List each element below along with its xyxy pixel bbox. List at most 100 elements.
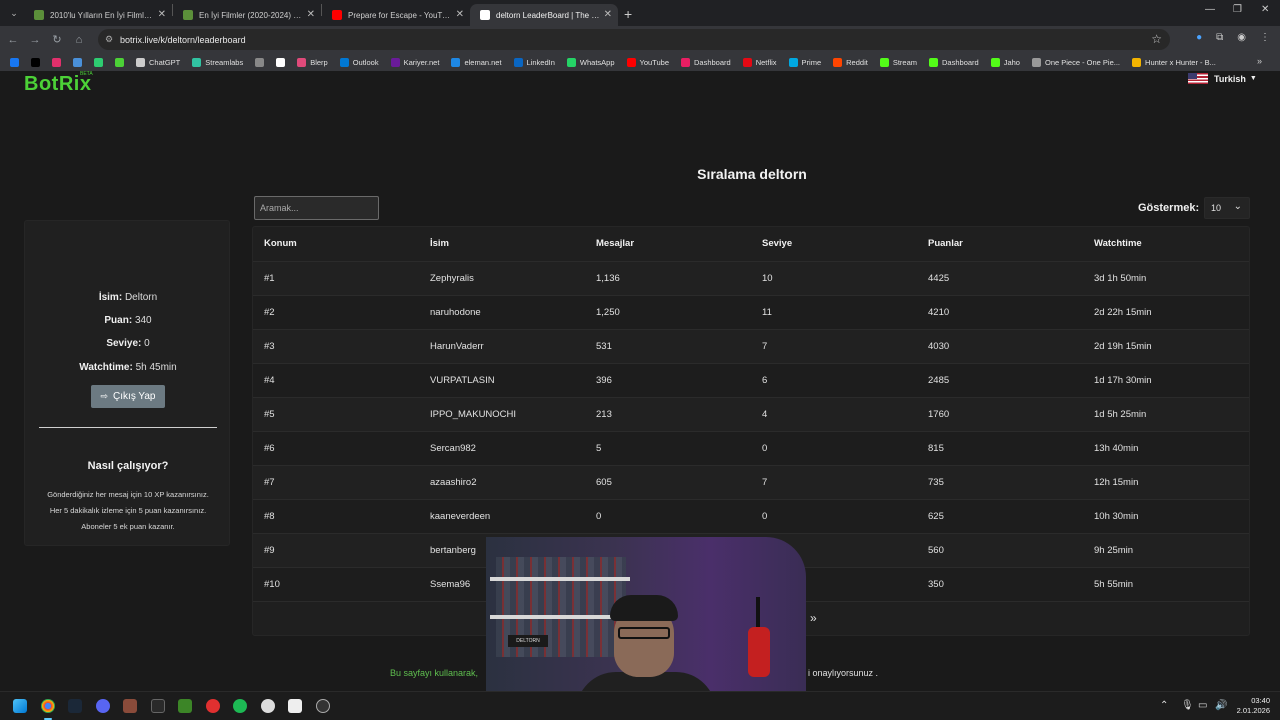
tray-chevron-up-icon[interactable]: ⌃ (1160, 700, 1168, 711)
table-cell: HarunVaderr (419, 329, 585, 364)
bookmarks-overflow-icon[interactable]: » (1257, 56, 1262, 66)
bookmark-item[interactable]: Streamlabs (192, 57, 243, 67)
microphone-icon[interactable]: 🎙 (1181, 700, 1194, 711)
windows-start-icon[interactable] (13, 699, 27, 713)
bookmark-favicon-icon (513, 57, 523, 67)
browser-tab[interactable]: En İyi Filmler (2020-2024) - Ti... ✕ (173, 4, 321, 26)
bookmark-favicon-icon (10, 57, 19, 67)
bookmark-item[interactable]: Hunter x Hunter - B... (1132, 57, 1216, 67)
app-icon[interactable] (316, 699, 330, 713)
chrome-icon[interactable] (41, 699, 55, 713)
maximize-button[interactable]: ❐ (1233, 4, 1242, 15)
tab-search-button[interactable]: ⌄ (4, 3, 24, 23)
tab-close-icon[interactable]: ✕ (604, 9, 612, 20)
show-count-select[interactable]: 10 ⌄ (1204, 197, 1250, 219)
new-tab-button[interactable]: + (624, 6, 632, 22)
browser-tab[interactable]: deltorn LeaderBoard | The best ✕ (470, 4, 618, 26)
app-icon[interactable] (206, 699, 220, 713)
bookmark-item[interactable] (31, 57, 40, 67)
site-info-icon[interactable]: ⚙ (105, 34, 113, 45)
bookmark-favicon-icon (788, 57, 798, 67)
system-clock[interactable]: 03:40 2.01.2026 (1234, 696, 1270, 716)
table-cell: 1,250 (585, 295, 751, 330)
how-line: Gönderdiğiniz her mesaj için 10 XP kazan… (47, 490, 209, 499)
bookmark-favicon-icon (94, 57, 103, 67)
how-it-works-text: Gönderdiğiniz her mesaj için 10 XP kazan… (35, 487, 221, 535)
app-icon[interactable] (288, 699, 302, 713)
table-row: #7 azaashiro2 605 7 735 12h 15min (253, 465, 1249, 500)
profile-avatar-icon[interactable]: ◉ (1237, 32, 1246, 43)
table-cell: 1760 (917, 397, 1083, 432)
reload-button[interactable]: ↻ (46, 33, 68, 46)
home-button[interactable]: ⌂ (68, 34, 90, 46)
clock-time: 03:40 (1251, 696, 1270, 705)
browser-tab[interactable]: 2010'lu Yılların En İyi Filmleri - ✕ (24, 4, 172, 26)
minimize-button[interactable]: — (1205, 4, 1215, 15)
bookmark-item[interactable]: Dashboard (681, 57, 731, 67)
bookmark-item[interactable]: Reddit (833, 57, 868, 67)
bookmark-item[interactable]: Kariyer.net (390, 57, 439, 67)
bookmark-item[interactable] (73, 57, 82, 67)
tab-title: 2010'lu Yılların En İyi Filmleri - (50, 10, 154, 20)
bookmark-label: Dashboard (694, 57, 731, 67)
bookmark-item[interactable]: Dashboard (929, 57, 979, 67)
minecraft-icon[interactable] (178, 699, 192, 713)
bookmark-item[interactable]: Outlook (339, 57, 379, 67)
extension-icon[interactable]: ● (1196, 32, 1202, 43)
tab-favicon-icon (183, 10, 193, 20)
logout-button[interactable]: ⇨ Çıkış Yap (91, 385, 165, 408)
browser-menu-icon[interactable]: ⋮ (1260, 32, 1270, 43)
search-input[interactable] (254, 196, 379, 220)
forward-button[interactable]: → (24, 34, 46, 46)
column-header[interactable]: Mesajlar (585, 227, 751, 262)
pagination-next-button[interactable]: » (810, 611, 817, 625)
back-button[interactable]: ← (2, 34, 24, 46)
shelf-plank (490, 615, 630, 619)
bookmark-label: Jaho (1003, 57, 1020, 67)
bookmark-item[interactable] (52, 57, 61, 67)
epic-games-icon[interactable] (151, 699, 165, 713)
bookmark-item[interactable]: WhatsApp (566, 57, 615, 67)
extensions-puzzle-icon[interactable]: ⧉ (1216, 32, 1223, 43)
bookmark-item[interactable]: One Piece - One Pie... (1031, 57, 1120, 67)
column-header[interactable]: Seviye (751, 227, 917, 262)
webcam-overlay: DELTORN (486, 537, 806, 717)
bookmark-item[interactable]: Blerp (297, 57, 328, 67)
bookmark-item[interactable] (10, 57, 19, 67)
bookmark-item[interactable]: Netflix (742, 57, 777, 67)
bookmark-item[interactable]: YouTube (626, 57, 669, 67)
close-window-button[interactable]: ✕ (1261, 4, 1269, 15)
spotify-icon[interactable] (233, 699, 247, 713)
bookmark-item[interactable] (115, 57, 124, 67)
column-header[interactable]: İsim (419, 227, 585, 262)
column-header[interactable]: Watchtime (1083, 227, 1249, 262)
table-cell: #1 (253, 261, 419, 296)
bookmark-star-icon[interactable]: ☆ (1151, 32, 1162, 46)
language-selector[interactable]: Turkish ▼ (1188, 73, 1257, 84)
tab-close-icon[interactable]: ✕ (307, 9, 315, 20)
bookmark-item[interactable]: Prime (788, 57, 821, 67)
profile-name-label: İsim: (98, 292, 123, 303)
bookmark-item[interactable] (94, 57, 103, 67)
settings-gear-icon[interactable] (261, 699, 275, 713)
bookmark-item[interactable]: Jaho (990, 57, 1020, 67)
url-field[interactable]: ⚙ botrix.live/k/deltorn/leaderboard ☆ (98, 29, 1170, 50)
column-header[interactable]: Konum (253, 227, 419, 262)
bookmark-item[interactable] (255, 57, 265, 67)
app-icon[interactable] (123, 699, 137, 713)
bookmark-item[interactable] (276, 57, 286, 67)
bookmark-item[interactable]: ChatGPT (136, 57, 180, 67)
discord-icon[interactable] (96, 699, 110, 713)
chair-logo: DELTORN (508, 635, 548, 647)
bookmark-favicon-icon (192, 57, 202, 67)
volume-icon[interactable]: 🔊 (1215, 700, 1227, 711)
browser-tab[interactable]: Prepare for Escape - YouTube ✕ (322, 4, 470, 26)
bookmark-item[interactable]: eleman.net (451, 57, 502, 67)
tab-close-icon[interactable]: ✕ (456, 9, 464, 20)
tab-close-icon[interactable]: ✕ (158, 9, 166, 20)
steam-icon[interactable] (68, 699, 82, 713)
network-icon[interactable]: ▭ (1198, 700, 1207, 711)
column-header[interactable]: Puanlar (917, 227, 1083, 262)
bookmark-item[interactable]: Stream (879, 57, 917, 67)
bookmark-item[interactable]: LinkedIn (513, 57, 555, 67)
